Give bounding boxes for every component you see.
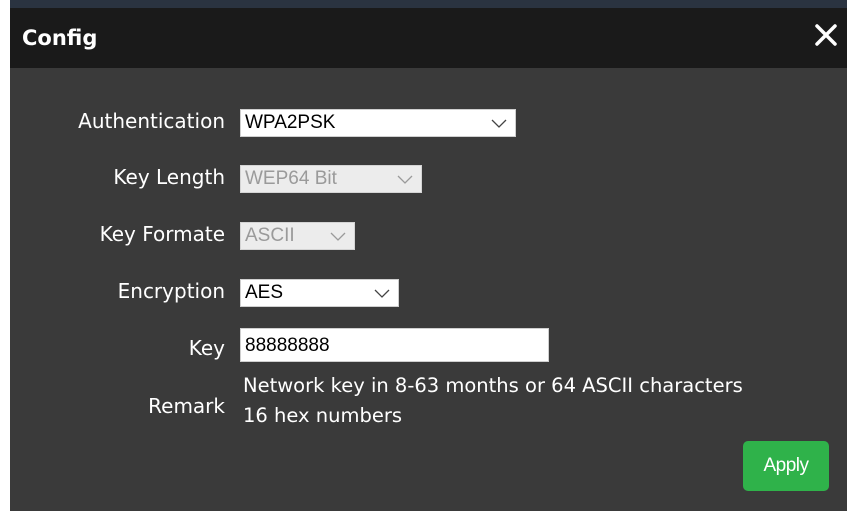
dialog-title: Config (22, 26, 98, 50)
close-icon[interactable] (811, 20, 841, 50)
background-window-strip (10, 0, 847, 8)
remark-line-1: Network key in 8-63 months or 64 ASCII c… (243, 374, 743, 397)
key-value: 88888888 (245, 335, 330, 356)
key-length-label: Key Length (113, 165, 225, 189)
key-formate-value: ASCII (245, 225, 295, 246)
chevron-down-icon (330, 232, 346, 241)
authentication-value: WPA2PSK (245, 112, 336, 133)
chevron-down-icon (374, 289, 390, 298)
encryption-select[interactable]: AES (240, 279, 399, 307)
remark-line-2: 16 hex numbers (243, 404, 403, 427)
authentication-select[interactable]: WPA2PSK (240, 109, 516, 137)
key-label: Key (188, 336, 225, 360)
key-formate-label: Key Formate (99, 222, 225, 246)
chevron-down-icon (491, 119, 507, 128)
config-dialog: Config Authentication WPA2PSK Key Length… (10, 8, 847, 511)
key-length-value: WEP64 Bit (245, 168, 337, 189)
apply-button[interactable]: Apply (743, 441, 829, 491)
key-input[interactable]: 88888888 (240, 328, 549, 362)
remark-text: Network key in 8-63 months or 64 ASCII c… (243, 371, 743, 431)
chevron-down-icon (397, 175, 413, 184)
authentication-label: Authentication (78, 109, 225, 133)
remark-label: Remark (148, 394, 225, 418)
dialog-title-bar: Config (10, 8, 847, 68)
encryption-label: Encryption (117, 279, 225, 303)
key-length-select: WEP64 Bit (240, 165, 422, 193)
encryption-value: AES (245, 282, 284, 303)
key-formate-select: ASCII (240, 222, 355, 250)
